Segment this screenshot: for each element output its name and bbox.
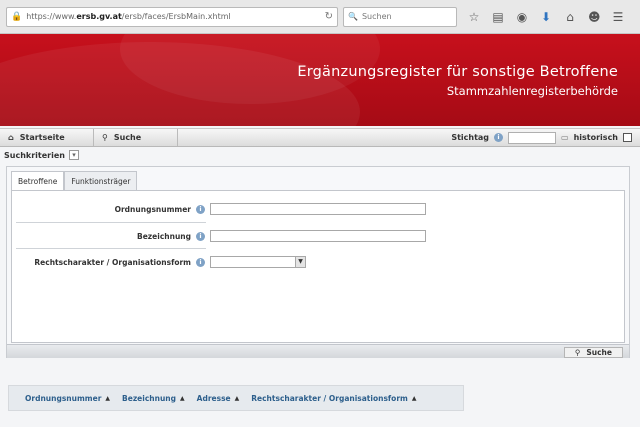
ordnungsnummer-input[interactable] — [210, 203, 426, 215]
screen: 🔒 https://www.ersb.gv.at/ersb/faces/Ersb… — [0, 0, 640, 427]
menu-icon[interactable]: ☰ — [612, 10, 624, 24]
column-header-bezeichnung[interactable]: Bezeichnung ▲ — [122, 394, 185, 403]
banner-title: Ergänzungsregister für sonstige Betroffe… — [297, 64, 618, 80]
bezeichnung-row: Bezeichnung i — [16, 225, 426, 247]
sort-icon[interactable]: ▲ — [235, 395, 240, 402]
sort-icon[interactable]: ▲ — [412, 395, 417, 402]
chevron-down-icon[interactable]: ▼ — [295, 257, 305, 267]
column-header-rechtscharakter[interactable]: Rechtscharakter / Organisationsform ▲ — [251, 394, 416, 403]
house-icon: ⌂ — [8, 133, 14, 142]
pocket-icon[interactable]: ◉ — [516, 10, 528, 24]
url-text[interactable]: https://www.ersb.gv.at/ersb/faces/ErsbMa… — [26, 12, 320, 21]
historisch-label: historisch — [573, 133, 618, 142]
browser-toolbar: 🔒 https://www.ersb.gv.at/ersb/faces/Ersb… — [0, 0, 640, 34]
home-button[interactable]: ⌂ Startseite — [0, 129, 94, 146]
tab-content: Ordnungsnummer i Bezeichnung i Rechtscha… — [11, 190, 625, 343]
nav-bar: ⌂ Startseite ⚲ Suche Stichtag i ▭ histor… — [0, 128, 640, 147]
row-divider — [16, 248, 206, 249]
panel-footer: ⚲ Suche — [7, 344, 629, 358]
column-header-ordnungsnummer[interactable]: Ordnungsnummer ▲ — [25, 394, 110, 403]
historisch-checkbox[interactable] — [623, 133, 632, 142]
address-bar[interactable]: 🔒 https://www.ersb.gv.at/ersb/faces/Ersb… — [6, 6, 338, 27]
stichtag-group: Stichtag i ▭ historisch — [451, 131, 640, 144]
nav-search-button[interactable]: ⚲ Suche — [94, 129, 178, 146]
sort-icon[interactable]: ▲ — [105, 395, 110, 402]
lock-icon: 🔒 — [11, 11, 23, 22]
rechtscharakter-label: Rechtscharakter / Organisationsform — [34, 257, 191, 267]
bezeichnung-input[interactable] — [210, 230, 426, 242]
filter-icon[interactable]: ▾ — [68, 150, 79, 160]
ordnungsnummer-row: Ordnungsnummer i — [16, 198, 426, 220]
info-icon[interactable]: i — [196, 257, 205, 267]
binoculars-icon: ⚲ — [574, 348, 581, 357]
stichtag-label: Stichtag — [451, 133, 490, 142]
tab-betroffene[interactable]: Betroffene — [11, 171, 65, 191]
rechtscharakter-row: Rechtscharakter / Organisationsform i ▼ — [16, 251, 306, 273]
browser-icon-group: ☆ ▤ ◉ ⬇ ⌂ ☻ ☰ — [468, 10, 624, 24]
ordnungsnummer-label: Ordnungsnummer — [114, 204, 191, 214]
info-icon[interactable]: i — [196, 231, 205, 241]
stichtag-input[interactable] — [508, 131, 557, 144]
home-icon[interactable]: ⌂ — [564, 10, 576, 24]
tab-funktionstraeger[interactable]: Funktionsträger — [64, 171, 138, 191]
binoculars-icon: ⚲ — [102, 133, 108, 142]
results-header: Ordnungsnummer ▲ Bezeichnung ▲ Adresse ▲… — [8, 385, 464, 411]
banner-subtitle: Stammzahlenregisterbehörde — [446, 84, 618, 98]
magnifier-icon: 🔍 — [348, 12, 358, 21]
header-banner: Ergänzungsregister für sonstige Betroffe… — [0, 34, 640, 126]
reload-icon[interactable]: ↻ — [325, 11, 333, 22]
column-header-adresse[interactable]: Adresse ▲ — [197, 394, 240, 403]
chat-icon[interactable]: ☻ — [588, 10, 601, 24]
download-icon[interactable]: ⬇ — [540, 10, 552, 24]
browser-search-input[interactable]: 🔍 Suchen — [343, 6, 457, 27]
info-icon[interactable]: i — [196, 204, 205, 214]
info-icon[interactable]: i — [494, 133, 504, 142]
bezeichnung-label: Bezeichnung — [137, 231, 191, 241]
star-icon[interactable]: ☆ — [468, 10, 480, 24]
row-divider — [16, 222, 206, 223]
rechtscharakter-select[interactable]: ▼ — [210, 256, 306, 268]
search-panel: Betroffene Funktionsträger Ordnungsnumme… — [6, 166, 630, 358]
clipboard-icon[interactable]: ▤ — [492, 10, 504, 24]
tab-bar: Betroffene Funktionsträger — [11, 171, 138, 191]
search-criteria-header: Suchkriterien ▾ — [4, 150, 79, 160]
sort-icon[interactable]: ▲ — [180, 395, 185, 402]
calendar-icon[interactable]: ▭ — [561, 133, 569, 142]
search-button[interactable]: ⚲ Suche — [563, 347, 623, 358]
